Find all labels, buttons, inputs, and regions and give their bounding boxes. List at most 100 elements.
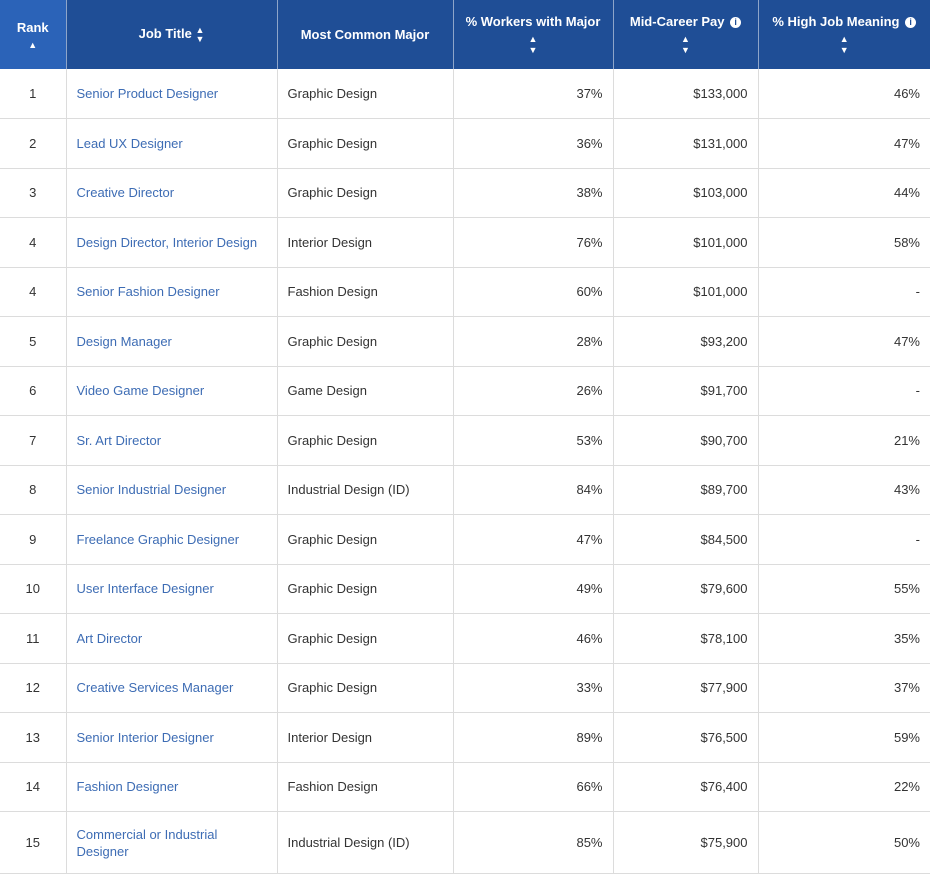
rank-cell: 9 — [0, 514, 67, 565]
header-job-title[interactable]: Job Title ▲ ▼ — [66, 0, 278, 69]
job-title-link[interactable]: User Interface Designer — [77, 581, 214, 596]
table-row: 8 Senior Industrial Designer Industrial … — [0, 465, 930, 515]
header-pct-workers[interactable]: % Workers with Major ▲ ▼ — [453, 0, 614, 69]
pct-workers-cell: 60% — [453, 267, 614, 317]
mid-pay-cell: $90,700 — [613, 415, 759, 466]
meaning-cell: 44% — [758, 168, 930, 218]
table-row: 9 Freelance Graphic Designer Graphic Des… — [0, 514, 930, 565]
jobs-table: Rank ▲ Job Title ▲ ▼ Most Common Major % … — [0, 0, 930, 874]
major-cell: Graphic Design — [277, 69, 454, 119]
table-row: 3 Creative Director Graphic Design 38% $… — [0, 168, 930, 218]
pct-workers-cell: 37% — [453, 69, 614, 119]
major-cell: Industrial Design (ID) — [277, 811, 454, 874]
job-title-link[interactable]: Senior Product Designer — [77, 86, 219, 101]
major-cell: Graphic Design — [277, 316, 454, 367]
job-title-link[interactable]: Senior Fashion Designer — [77, 284, 220, 299]
pct-workers-cell: 33% — [453, 663, 614, 713]
sort-both-icon: ▲ ▼ — [839, 34, 849, 55]
pct-workers-cell: 38% — [453, 168, 614, 218]
pct-workers-cell: 26% — [453, 366, 614, 416]
meaning-cell: - — [758, 514, 930, 565]
meaning-cell: 50% — [758, 811, 930, 874]
job-title-link[interactable]: Creative Director — [77, 185, 175, 200]
table-row: 5 Design Manager Graphic Design 28% $93,… — [0, 316, 930, 367]
table-row: 2 Lead UX Designer Graphic Design 36% $1… — [0, 118, 930, 169]
mid-pay-cell: $101,000 — [613, 217, 759, 268]
rank-cell: 10 — [0, 564, 67, 614]
major-cell: Fashion Design — [277, 267, 454, 317]
table-row: 7 Sr. Art Director Graphic Design 53% $9… — [0, 415, 930, 466]
major-cell: Graphic Design — [277, 564, 454, 614]
mid-pay-cell: $93,200 — [613, 316, 759, 367]
table-row: 4 Senior Fashion Designer Fashion Design… — [0, 267, 930, 317]
mid-pay-cell: $101,000 — [613, 267, 759, 317]
job-title-link[interactable]: Sr. Art Director — [77, 433, 162, 448]
mid-pay-cell: $84,500 — [613, 514, 759, 565]
sort-both-icon: ▲ ▼ — [195, 24, 205, 44]
mid-pay-cell: $89,700 — [613, 465, 759, 515]
major-cell: Graphic Design — [277, 168, 454, 218]
meaning-cell: 47% — [758, 118, 930, 169]
job-title-link[interactable]: Creative Services Manager — [77, 680, 234, 695]
header-job-title-label: Job Title — [138, 26, 192, 42]
meaning-cell: 43% — [758, 465, 930, 515]
pct-workers-cell: 49% — [453, 564, 614, 614]
meaning-cell: 47% — [758, 316, 930, 367]
mid-pay-cell: $77,900 — [613, 663, 759, 713]
rank-cell: 13 — [0, 712, 67, 763]
pct-workers-cell: 76% — [453, 217, 614, 268]
table-header: Rank ▲ Job Title ▲ ▼ Most Common Major % … — [0, 0, 930, 69]
table-row: 1 Senior Product Designer Graphic Design… — [0, 69, 930, 119]
job-title-link[interactable]: Video Game Designer — [77, 383, 205, 398]
table-row: 13 Senior Interior Designer Interior Des… — [0, 712, 930, 763]
major-cell: Industrial Design (ID) — [277, 465, 454, 515]
info-icon[interactable]: i — [730, 17, 742, 29]
rank-cell: 5 — [0, 316, 67, 367]
header-mid-pay-label: Mid-Career Pay — [629, 14, 725, 29]
job-title-link[interactable]: Freelance Graphic Designer — [77, 532, 240, 547]
major-cell: Fashion Design — [277, 762, 454, 812]
mid-pay-cell: $131,000 — [613, 118, 759, 169]
rank-cell: 7 — [0, 415, 67, 466]
sort-ascending-icon: ▲ — [28, 39, 38, 50]
job-title-link[interactable]: Design Director, Interior Design — [77, 235, 258, 250]
job-title-link[interactable]: Design Manager — [77, 334, 172, 349]
rank-cell: 3 — [0, 168, 67, 218]
mid-pay-cell: $78,100 — [613, 613, 759, 664]
job-title-link[interactable]: Senior Interior Designer — [77, 730, 214, 745]
pct-workers-cell: 46% — [453, 613, 614, 664]
job-title-link[interactable]: Lead UX Designer — [77, 136, 183, 151]
mid-pay-cell: $79,600 — [613, 564, 759, 614]
meaning-cell: 58% — [758, 217, 930, 268]
rank-cell: 12 — [0, 663, 67, 713]
info-icon[interactable]: i — [905, 17, 917, 29]
meaning-cell: - — [758, 267, 930, 317]
job-title-link[interactable]: Commercial or Industrial Designer — [77, 827, 218, 859]
pct-workers-cell: 89% — [453, 712, 614, 763]
rank-cell: 4 — [0, 267, 67, 317]
job-title-link[interactable]: Fashion Designer — [77, 779, 179, 794]
table-row: 14 Fashion Designer Fashion Design 66% $… — [0, 762, 930, 812]
job-title-link[interactable]: Senior Industrial Designer — [77, 482, 227, 497]
pct-workers-cell: 84% — [453, 465, 614, 515]
rank-cell: 2 — [0, 118, 67, 169]
meaning-cell: 21% — [758, 415, 930, 466]
rank-cell: 1 — [0, 69, 67, 119]
header-major: Most Common Major — [277, 0, 454, 69]
header-meaning-label: % High Job Meaning — [772, 14, 900, 29]
pct-workers-cell: 47% — [453, 514, 614, 565]
mid-pay-cell: $76,400 — [613, 762, 759, 812]
header-major-label: Most Common Major — [300, 26, 430, 42]
table-row: 4 Design Director, Interior Design Inter… — [0, 217, 930, 268]
meaning-cell: 46% — [758, 69, 930, 119]
table-body: 1 Senior Product Designer Graphic Design… — [0, 69, 930, 874]
meaning-cell: 59% — [758, 712, 930, 763]
table-row: 12 Creative Services Manager Graphic Des… — [0, 663, 930, 713]
meaning-cell: 55% — [758, 564, 930, 614]
header-meaning[interactable]: % High Job Meaning i ▲ ▼ — [758, 0, 930, 69]
rank-cell: 11 — [0, 613, 67, 664]
pct-workers-cell: 66% — [453, 762, 614, 812]
header-rank[interactable]: Rank ▲ — [0, 0, 67, 69]
header-mid-pay[interactable]: Mid-Career Pay i ▲ ▼ — [613, 0, 759, 69]
job-title-link[interactable]: Art Director — [77, 631, 143, 646]
